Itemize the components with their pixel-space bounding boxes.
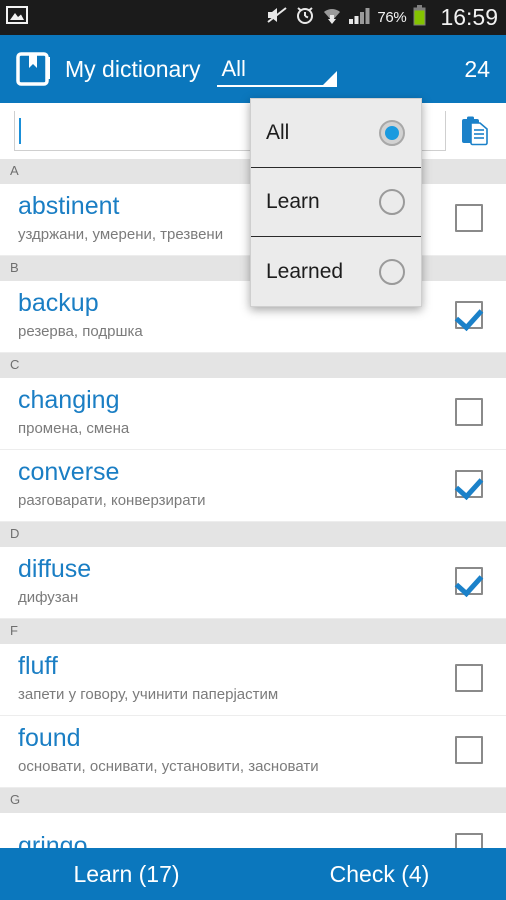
dropdown-item-radio[interactable] (379, 258, 405, 285)
word-checkbox-cell[interactable] (432, 301, 506, 329)
check-button[interactable]: Check (4) (253, 861, 506, 888)
clock-label: 16:59 (440, 4, 498, 30)
translation-label: дифузан (18, 589, 79, 606)
word-label: gringo (18, 831, 88, 849)
chevron-down-icon (323, 71, 338, 85)
word-checkbox-cell[interactable] (432, 736, 506, 764)
action-bar: My dictionary All 24 (0, 35, 506, 103)
section-header: C (0, 353, 506, 378)
word-row[interactable]: diffuse дифузан (0, 547, 506, 619)
image-icon (6, 6, 28, 29)
word-checkbox[interactable] (455, 736, 483, 764)
battery-percent-label: 76% (377, 9, 407, 26)
dropdown-item-radio[interactable] (379, 189, 405, 215)
dropdown-item-learn[interactable]: Learn (251, 168, 421, 237)
word-checkbox-cell[interactable] (432, 398, 506, 426)
alarm-icon (295, 5, 315, 30)
dropdown-item-radio[interactable] (379, 120, 405, 146)
section-header: F (0, 619, 506, 644)
word-row-main[interactable]: fluff запети у говору, учинити паперјасти… (0, 650, 432, 706)
word-checkbox[interactable] (455, 470, 483, 498)
section-header: G (0, 788, 506, 813)
word-checkbox-cell[interactable] (432, 470, 506, 498)
word-label: found (18, 724, 81, 752)
translation-label: запети у говору, учинити паперјастим (18, 686, 279, 703)
book-bookmark-icon (14, 49, 54, 89)
status-bar-right: 76% 16:59 (266, 4, 498, 31)
word-row[interactable]: gringo (0, 813, 506, 848)
word-checkbox-cell[interactable] (432, 567, 506, 595)
word-row-main[interactable]: converse разговарати, конверзирати (0, 456, 432, 512)
text-cursor (19, 117, 21, 144)
word-row-main[interactable]: changing промена, смена (0, 384, 432, 440)
word-checkbox-cell[interactable] (432, 832, 506, 848)
app-title: My dictionary (65, 55, 201, 82)
dropdown-item-label: Learned (266, 259, 344, 283)
wifi-icon (322, 6, 342, 30)
translation-label: разговарати, конверзирати (18, 492, 206, 509)
translation-label: промена, смена (18, 420, 130, 437)
word-row[interactable]: fluff запети у говору, учинити паперјасти… (0, 644, 506, 716)
word-checkbox[interactable] (455, 567, 483, 595)
translation-label: основати, оснивати, установити, засноват… (18, 758, 319, 775)
filter-spinner-label: All (221, 56, 246, 81)
word-row-main[interactable]: diffuse дифузан (0, 553, 432, 609)
learn-button[interactable]: Learn (17) (0, 861, 253, 888)
word-checkbox[interactable] (455, 204, 483, 232)
word-row[interactable]: found основати, оснивати, установити, зас… (0, 716, 506, 788)
filter-spinner[interactable]: All (217, 43, 338, 95)
filter-dropdown-menu[interactable]: All Learn Learned (250, 98, 422, 307)
dropdown-item-label: Learn (266, 190, 320, 213)
word-checkbox[interactable] (455, 398, 483, 426)
word-checkbox-cell[interactable] (432, 664, 506, 692)
mute-icon (266, 6, 288, 29)
translation-label: резерва, подршка (18, 323, 143, 340)
word-label: diffuse (18, 555, 92, 583)
status-bar: 76% 16:59 (0, 0, 506, 35)
word-checkbox[interactable] (455, 664, 483, 692)
signal-icon (349, 7, 370, 29)
word-count-label: 24 (464, 55, 490, 82)
dropdown-item-learned[interactable]: Learned (251, 237, 421, 306)
app-root: 76% 16:59 My dictionary All 24 A abstine… (0, 0, 506, 900)
status-bar-left (6, 6, 28, 29)
clipboard-paste-icon[interactable] (456, 111, 494, 151)
spinner-underline (217, 85, 338, 87)
word-label: converse (18, 458, 120, 486)
word-row-main[interactable]: found основати, оснивати, установити, зас… (0, 722, 432, 778)
word-checkbox-cell[interactable] (432, 204, 506, 232)
word-checkbox[interactable] (455, 832, 483, 848)
word-row-main[interactable]: gringo (0, 830, 432, 849)
dropdown-item-label: All (266, 121, 290, 144)
word-label: changing (18, 386, 120, 414)
dropdown-item-all[interactable]: All (251, 99, 421, 168)
battery-icon (413, 4, 426, 31)
word-row[interactable]: converse разговарати, конверзирати (0, 450, 506, 522)
section-header: D (0, 522, 506, 547)
word-checkbox[interactable] (455, 301, 483, 329)
word-label: fluff (18, 652, 58, 680)
bottom-bar: Learn (17) Check (4) (0, 848, 506, 900)
word-row[interactable]: changing промена, смена (0, 378, 506, 450)
